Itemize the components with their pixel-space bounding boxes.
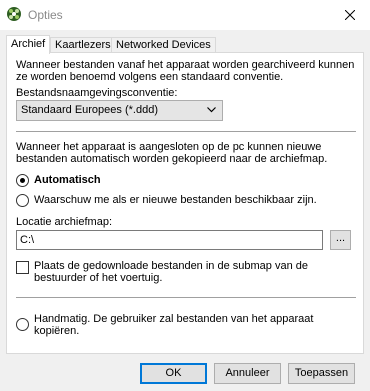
- tab-networked-devices[interactable]: Networked Devices: [111, 37, 216, 53]
- app-icon: [7, 7, 21, 21]
- radio-warn-label[interactable]: Waarschuw me als er nieuwe bestanden bes…: [34, 194, 317, 207]
- tab-archief[interactable]: Archief: [6, 35, 51, 54]
- separator: [16, 297, 356, 298]
- browse-button[interactable]: ...: [330, 230, 351, 250]
- subfolder-checkbox[interactable]: [16, 261, 29, 274]
- close-icon: [345, 10, 355, 20]
- cancel-button[interactable]: Annuleer: [214, 363, 281, 384]
- radio-manual[interactable]: [16, 318, 29, 331]
- options-dialog: Opties Archief Kaartlezers Networked Dev…: [0, 0, 370, 391]
- apply-button[interactable]: Toepassen: [288, 363, 355, 384]
- chevron-down-icon: [207, 107, 216, 113]
- naming-convention-value: Standaard Europees (*.ddd): [21, 104, 158, 116]
- window-title: Opties: [28, 8, 63, 22]
- radio-automatic-label[interactable]: Automatisch: [34, 174, 101, 187]
- naming-convention-select[interactable]: Standaard Europees (*.ddd): [16, 100, 223, 121]
- separator: [16, 131, 356, 132]
- archive-location-input[interactable]: C:\: [16, 230, 323, 250]
- intro-text-line-2: ze worden benoemd volgens een standaard …: [16, 71, 284, 83]
- connect-text-line-2: bestanden automatisch worden gekopieerd …: [16, 153, 328, 165]
- naming-convention-label: Bestandsnaamgevingsconventie:: [16, 87, 178, 99]
- subfolder-checkbox-label-line-2[interactable]: bestuurder of het voertuig.: [34, 272, 162, 285]
- title-bar: Opties: [0, 0, 370, 30]
- ok-button[interactable]: OK: [140, 363, 207, 384]
- archive-location-label: Locatie archiefmap:: [16, 216, 112, 228]
- radio-manual-label-line-2[interactable]: kopiëren.: [34, 325, 79, 338]
- radio-automatic[interactable]: [16, 174, 29, 187]
- archief-panel: Wanneer bestanden vanaf het apparaat wor…: [6, 52, 364, 354]
- tab-kaartlezers[interactable]: Kaartlezers: [50, 37, 116, 53]
- radio-warn[interactable]: [16, 194, 29, 207]
- close-button[interactable]: [330, 0, 370, 30]
